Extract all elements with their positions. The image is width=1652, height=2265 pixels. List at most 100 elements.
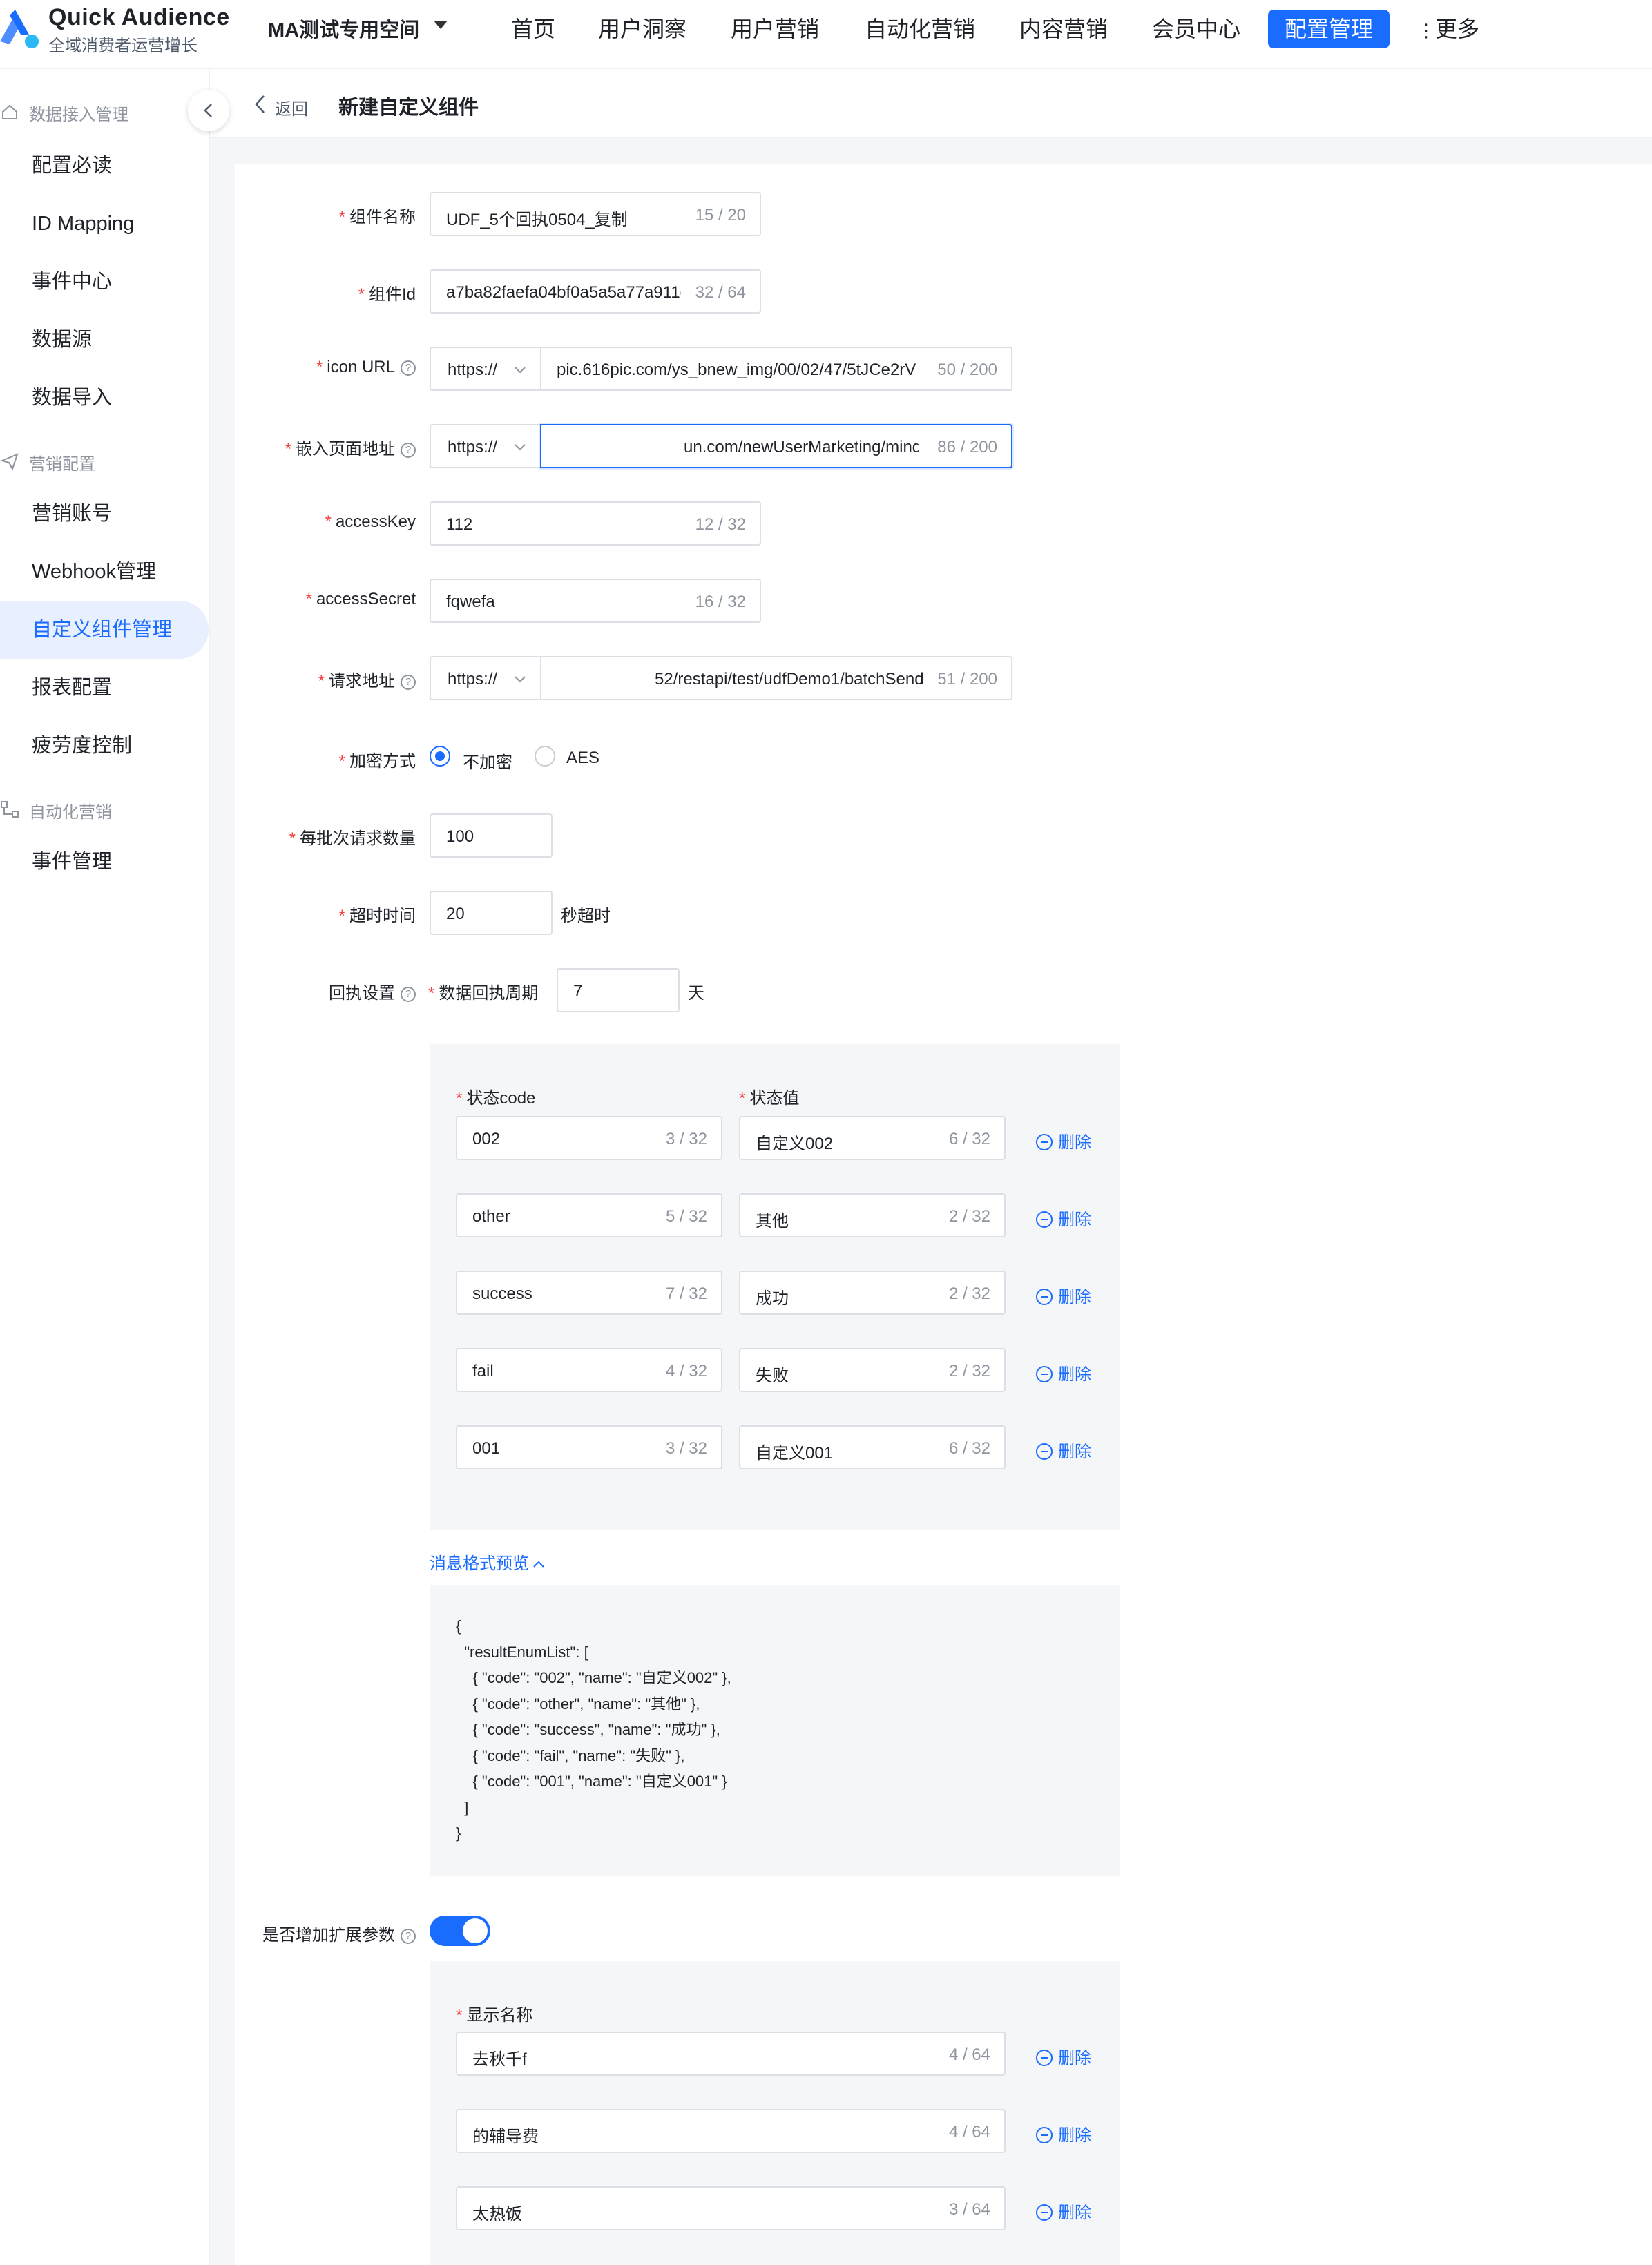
nav-user-marketing[interactable]: 用户营销 <box>714 10 836 48</box>
sidebar-item-custom-components[interactable]: 自定义组件管理 <box>0 601 209 659</box>
workspace-selector[interactable]: MA测试专用空间 <box>268 14 419 43</box>
delete-status-button[interactable]: 删除 <box>1036 1206 1091 1230</box>
nav-content-marketing[interactable]: 内容营销 <box>1003 10 1124 48</box>
request-url-value: 52/restapi/test/udfDemo1/batchSend <box>655 670 924 688</box>
extend-params-toggle[interactable] <box>430 1916 490 1946</box>
radio-label[interactable]: 不加密 <box>463 749 512 773</box>
sidebar-item-marketing-account[interactable]: 营销账号 <box>0 485 209 543</box>
status-value-input[interactable]: 成功 2 / 32 <box>739 1271 1006 1315</box>
delete-status-button[interactable]: 删除 <box>1036 1438 1091 1462</box>
display-name-input[interactable]: 的辅导费 4 / 64 <box>456 2109 1006 2153</box>
delete-label: 删除 <box>1058 1288 1091 1307</box>
sidebar-item-fatigue-control[interactable]: 疲劳度控制 <box>0 717 209 775</box>
embed-url-protocol-select[interactable]: https:// <box>430 424 541 468</box>
display-name-value: 去秋千f <box>472 2050 527 2069</box>
component-id-value: a7ba82faefa04bf0a5a5a77a911c <box>446 283 681 302</box>
receipt-period-input[interactable]: 7 <box>557 968 680 1012</box>
sidebar-group-label: 数据接入管理 <box>29 106 128 124</box>
component-name-input[interactable]: UDF_5个回执0504_复制 15 / 20 <box>430 192 761 236</box>
chevron-up-icon <box>533 1561 544 1568</box>
status-value-input[interactable]: 自定义002 6 / 32 <box>739 1116 1006 1160</box>
radio-aes[interactable] <box>535 746 555 767</box>
nav-user-insight[interactable]: 用户洞察 <box>582 10 703 48</box>
nav-config-management[interactable]: 配置管理 <box>1268 10 1390 48</box>
protocol-value: https:// <box>448 360 498 379</box>
delete-extend-param-button[interactable]: 删除 <box>1036 2121 1091 2146</box>
timeout-label: * 超时时间 <box>338 907 416 925</box>
status-value-value: 其他 <box>756 1212 789 1231</box>
delete-label: 删除 <box>1058 1365 1091 1384</box>
status-code-input[interactable]: success 7 / 32 <box>456 1271 722 1315</box>
status-code-input[interactable]: other 5 / 32 <box>456 1193 722 1237</box>
preview-code-line: { <box>456 1617 461 1635</box>
preview-code-line: } <box>456 1824 461 1842</box>
icon-url-value: pic.616pic.com/ys_bnew_img/00/02/47/5tJC… <box>557 360 916 379</box>
access-secret-label: * accessSecret <box>305 590 416 608</box>
delete-extend-param-button[interactable]: 删除 <box>1036 2044 1091 2068</box>
back-label: 返回 <box>275 100 308 119</box>
protocol-value: https:// <box>448 670 498 688</box>
char-count: 3 / 32 <box>662 1439 707 1458</box>
nav-home[interactable]: 首页 <box>494 10 572 48</box>
brand-name[interactable]: Quick Audience <box>48 4 230 31</box>
access-key-input[interactable]: 112 12 / 32 <box>430 501 761 546</box>
char-count: 4 / 32 <box>662 1362 707 1381</box>
batch-size-input[interactable]: 100 <box>430 813 553 858</box>
sidebar: 数据接入管理 配置必读 ID Mapping 事件中心 数据源 数据导入 营销配… <box>0 69 210 2265</box>
sidebar-collapse-button[interactable] <box>188 90 229 131</box>
component-name-label: * 组件名称 <box>338 208 416 226</box>
sidebar-item-report-config[interactable]: 报表配置 <box>0 659 209 717</box>
display-name-value: 太热饭 <box>472 2205 522 2224</box>
access-secret-value: fqwefa <box>446 592 495 611</box>
status-value-input[interactable]: 失败 2 / 32 <box>739 1348 1006 1392</box>
send-icon <box>0 453 19 471</box>
display-name-input[interactable]: 太热饭 3 / 64 <box>456 2186 1006 2230</box>
page-title: 新建自定义组件 <box>338 97 479 119</box>
timeout-input[interactable]: 20 <box>430 891 553 935</box>
char-count: 7 / 32 <box>662 1284 707 1304</box>
nav-more[interactable]: ⋮更多 <box>1403 10 1496 48</box>
icon-url-input[interactable]: pic.616pic.com/ys_bnew_img/00/02/47/5tJC… <box>540 347 1012 391</box>
char-count: 50 / 200 <box>934 360 997 380</box>
status-value-input[interactable]: 其他 2 / 32 <box>739 1193 1006 1237</box>
delete-status-button[interactable]: 删除 <box>1036 1128 1091 1153</box>
sidebar-item-data-import[interactable]: 数据导入 <box>0 369 209 427</box>
minus-circle-icon <box>1036 1134 1053 1150</box>
status-code-input[interactable]: fail 4 / 32 <box>456 1348 722 1392</box>
component-id-input[interactable]: a7ba82faefa04bf0a5a5a77a911c 32 / 64 <box>430 269 761 314</box>
icon-url-label: * icon URL? <box>316 358 416 377</box>
sidebar-item-id-mapping[interactable]: ID Mapping <box>0 195 209 253</box>
display-name-input[interactable]: 去秋千f 4 / 64 <box>456 2032 1006 2076</box>
delete-status-button[interactable]: 删除 <box>1036 1360 1091 1385</box>
icon-url-protocol-select[interactable]: https:// <box>430 347 541 391</box>
sidebar-item-data-source[interactable]: 数据源 <box>0 311 209 369</box>
char-count: 12 / 32 <box>692 515 746 534</box>
access-secret-input[interactable]: fqwefa 16 / 32 <box>430 579 761 623</box>
brand-subtitle: 全域消费者运营增长 <box>48 37 198 55</box>
sidebar-group-label: 自动化营销 <box>29 803 112 822</box>
request-url-protocol-select[interactable]: https:// <box>430 656 541 700</box>
minus-circle-icon <box>1036 1366 1053 1382</box>
nav-member-center[interactable]: 会员中心 <box>1135 10 1257 48</box>
status-code-value: success <box>472 1284 532 1303</box>
message-preview-code: { "resultEnumList": [ { "code": "002", "… <box>456 1613 731 1847</box>
preview-toggle-link[interactable]: 消息格式预览 <box>430 1550 546 1574</box>
radio-no-encryption[interactable] <box>430 746 450 767</box>
radio-label[interactable]: AES <box>566 749 599 768</box>
caret-down-icon[interactable] <box>434 21 448 29</box>
sidebar-item-event-management[interactable]: 事件管理 <box>0 833 209 891</box>
minus-circle-icon <box>1036 2127 1053 2143</box>
sidebar-item-config-readme[interactable]: 配置必读 <box>0 137 209 195</box>
delete-extend-param-button[interactable]: 删除 <box>1036 2199 1091 2223</box>
delete-status-button[interactable]: 删除 <box>1036 1283 1091 1307</box>
request-url-input[interactable]: 52/restapi/test/udfDemo1/batchSend 51 / … <box>540 656 1012 700</box>
char-count: 16 / 32 <box>692 592 746 612</box>
status-code-input[interactable]: 002 3 / 32 <box>456 1116 722 1160</box>
nav-automation-marketing[interactable]: 自动化营销 <box>848 10 992 48</box>
char-count: 2 / 32 <box>945 1362 990 1381</box>
sidebar-item-webhook[interactable]: Webhook管理 <box>0 543 209 601</box>
status-value-input[interactable]: 自定义001 6 / 32 <box>739 1425 1006 1469</box>
embed-url-input[interactable]: un.com/newUserMarketing/mindr 86 / 200 <box>540 424 1012 468</box>
sidebar-item-event-center[interactable]: 事件中心 <box>0 253 209 311</box>
status-code-input[interactable]: 001 3 / 32 <box>456 1425 722 1469</box>
